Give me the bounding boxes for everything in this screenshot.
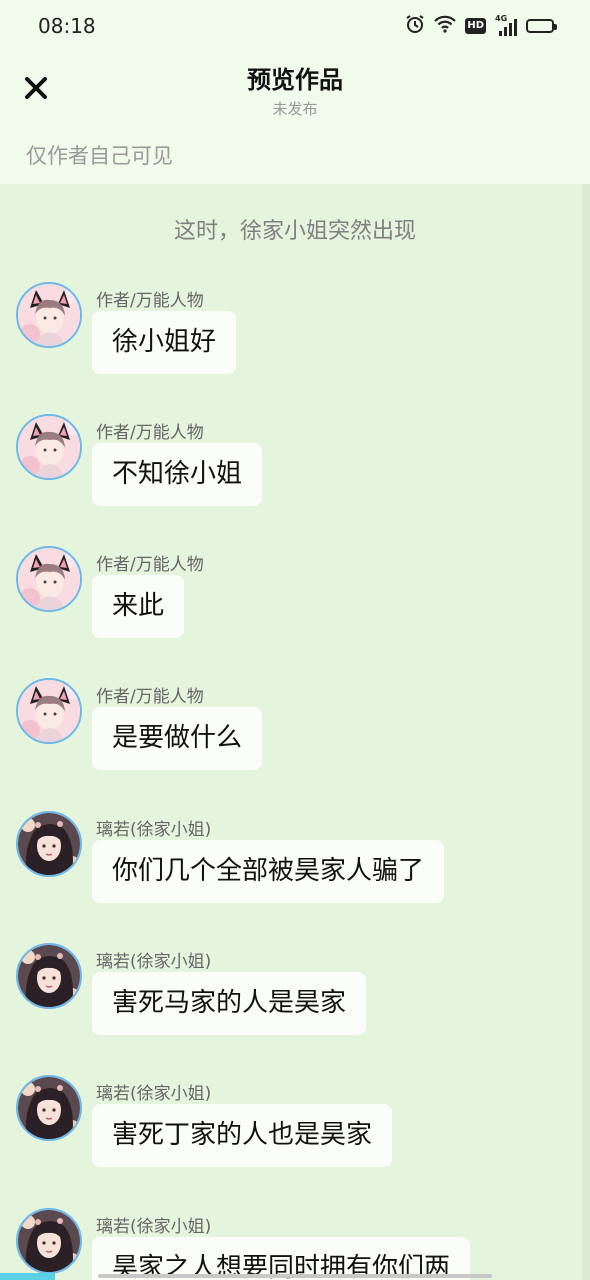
avatar[interactable] xyxy=(16,943,82,1009)
alarm-icon xyxy=(405,14,425,38)
speaker-name: 璃若(徐家小姐) xyxy=(96,952,212,972)
avatar-image xyxy=(18,680,80,742)
avatar[interactable] xyxy=(16,1208,82,1274)
message-bubble[interactable]: 是要做什么 xyxy=(92,707,263,770)
4g-signal-icon: 4G xyxy=(495,14,517,36)
speaker-name: 作者/万能人物 xyxy=(96,291,204,311)
message-bubble[interactable]: 害死丁家的人也是昊家 xyxy=(92,1104,393,1167)
avatar[interactable] xyxy=(16,414,82,480)
status-icons: HD 4G xyxy=(405,14,557,38)
visibility-note: 仅作者自己可见 xyxy=(26,144,173,168)
message-bubble[interactable]: 徐小姐好 xyxy=(92,311,237,374)
avatar-image xyxy=(18,945,80,1007)
avatar[interactable] xyxy=(16,678,82,744)
bottom-accent xyxy=(0,1273,55,1280)
chat-message: 作者/万能人物 来此 xyxy=(0,546,590,678)
chat-message: 璃若(徐家小姐) 害死马家的人是昊家 xyxy=(0,943,590,1075)
message-bubble[interactable]: 害死马家的人是昊家 xyxy=(92,972,367,1035)
home-indicator[interactable] xyxy=(98,1274,492,1278)
avatar-image xyxy=(18,813,80,875)
wifi-icon xyxy=(434,15,457,37)
avatar-image xyxy=(18,1077,80,1139)
speaker-name: 作者/万能人物 xyxy=(96,555,204,575)
chat-message: 作者/万能人物 徐小姐好 xyxy=(0,282,590,414)
avatar[interactable] xyxy=(16,546,82,612)
header-area: 08:18 HD 4G 预览作品 未发布 仅作者自己可见 xyxy=(0,0,590,184)
battery-icon xyxy=(526,19,557,33)
page-subtitle: 未发布 xyxy=(272,100,318,118)
chat-message: 璃若(徐家小姐) 昊家之人想要同时拥有你们两 xyxy=(0,1208,590,1280)
avatar-image xyxy=(18,1210,80,1272)
message-bubble[interactable]: 不知徐小姐 xyxy=(92,443,263,506)
avatar[interactable] xyxy=(16,811,82,877)
message-bubble[interactable]: 你们几个全部被昊家人骗了 xyxy=(92,840,445,903)
narration-text: 这时，徐家小姐突然出现 xyxy=(173,219,416,244)
avatar-image xyxy=(18,548,80,610)
chat-message: 璃若(徐家小姐) 你们几个全部被昊家人骗了 xyxy=(0,811,590,943)
chat-message: 璃若(徐家小姐) 害死丁家的人也是昊家 xyxy=(0,1075,590,1207)
chat-message: 作者/万能人物 是要做什么 xyxy=(0,678,590,810)
hd-icon: HD xyxy=(465,18,486,34)
speaker-name: 璃若(徐家小姐) xyxy=(96,1084,212,1104)
status-time: 08:18 xyxy=(38,14,96,38)
speaker-name: 作者/万能人物 xyxy=(96,423,204,443)
avatar-image xyxy=(18,416,80,478)
avatar-image xyxy=(18,284,80,346)
message-bubble[interactable]: 来此 xyxy=(92,575,185,638)
speaker-name: 璃若(徐家小姐) xyxy=(96,820,212,840)
page-title: 预览作品 xyxy=(247,66,343,94)
speaker-name: 璃若(徐家小姐) xyxy=(96,1217,212,1237)
speaker-name: 作者/万能人物 xyxy=(96,687,204,707)
status-bar: 08:18 HD 4G xyxy=(0,0,590,52)
avatar[interactable] xyxy=(16,282,82,348)
avatar[interactable] xyxy=(16,1075,82,1141)
chat-message: 作者/万能人物 不知徐小姐 xyxy=(0,414,590,546)
